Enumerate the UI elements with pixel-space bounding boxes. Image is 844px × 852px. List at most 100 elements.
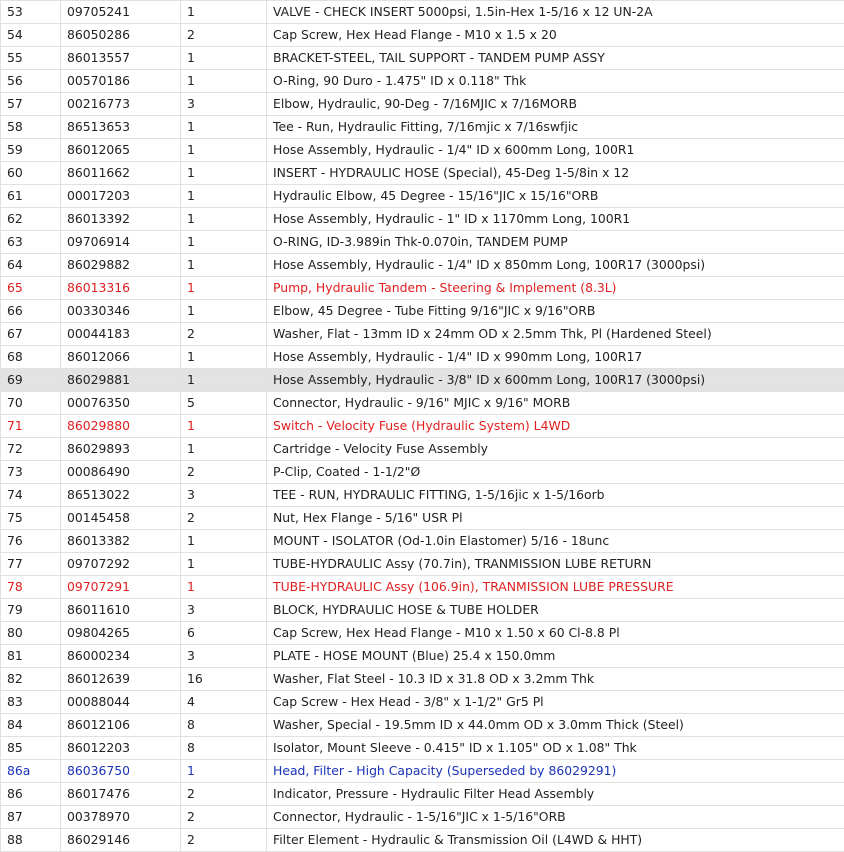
part-number-cell[interactable]: 09707291 [61, 576, 181, 599]
description-cell: TUBE-HYDRAULIC Assy (106.9in), TRANMISSI… [267, 576, 844, 599]
part-number-cell[interactable]: 00086490 [61, 461, 181, 484]
quantity-cell: 8 [181, 714, 267, 737]
quantity-cell: 3 [181, 93, 267, 116]
part-number-cell[interactable]: 86513653 [61, 116, 181, 139]
description-cell[interactable]: Head, Filter - High Capacity (Superseded… [267, 760, 844, 783]
part-number-cell[interactable]: 00216773 [61, 93, 181, 116]
table-row[interactable]: 81860002343PLATE - HOSE MOUNT (Blue) 25.… [1, 645, 844, 668]
part-number-cell[interactable]: 86029880 [61, 415, 181, 438]
ref-number-cell: 78 [1, 576, 61, 599]
table-row[interactable]: 65860133161Pump, Hydraulic Tandem - Stee… [1, 277, 844, 300]
table-row[interactable]: 88860291462Filter Element - Hydraulic & … [1, 829, 844, 852]
ref-number-cell: 86a [1, 760, 61, 783]
table-row[interactable]: 71860298801Switch - Velocity Fuse (Hydra… [1, 415, 844, 438]
table-row[interactable]: 87003789702Connector, Hydraulic - 1-5/16… [1, 806, 844, 829]
part-number-cell[interactable]: 86012066 [61, 346, 181, 369]
table-row[interactable]: 66003303461Elbow, 45 Degree - Tube Fitti… [1, 300, 844, 323]
table-row[interactable]: 828601263916Washer, Flat Steel - 10.3 ID… [1, 668, 844, 691]
part-number-cell[interactable]: 86029146 [61, 829, 181, 852]
table-row[interactable]: 72860298931Cartridge - Velocity Fuse Ass… [1, 438, 844, 461]
table-row[interactable]: 79860116103BLOCK, HYDRAULIC HOSE & TUBE … [1, 599, 844, 622]
description-cell: Hose Assembly, Hydraulic - 1/4" ID x 850… [267, 254, 844, 277]
part-number-cell[interactable]: 09804265 [61, 622, 181, 645]
table-row[interactable]: 74865130223TEE - RUN, HYDRAULIC FITTING,… [1, 484, 844, 507]
part-number-cell[interactable]: 00044183 [61, 323, 181, 346]
part-number-cell[interactable]: 86029881 [61, 369, 181, 392]
table-row[interactable]: 61000172031Hydraulic Elbow, 45 Degree - … [1, 185, 844, 208]
part-number-cell[interactable]: 86011610 [61, 599, 181, 622]
description-cell: Pump, Hydraulic Tandem - Steering & Impl… [267, 277, 844, 300]
part-number-cell[interactable]: 86513022 [61, 484, 181, 507]
part-number-cell[interactable]: 86012639 [61, 668, 181, 691]
table-row[interactable]: 86a860367501Head, Filter - High Capacity… [1, 760, 844, 783]
table-row[interactable]: 60860116621INSERT - HYDRAULIC HOSE (Spec… [1, 162, 844, 185]
part-number-cell[interactable]: 00088044 [61, 691, 181, 714]
part-number-cell[interactable]: 00145458 [61, 507, 181, 530]
part-number-cell[interactable]: 86029882 [61, 254, 181, 277]
description-cell: Connector, Hydraulic - 1-5/16"JIC x 1-5/… [267, 806, 844, 829]
table-row[interactable]: 75001454582Nut, Hex Flange - 5/16" USR P… [1, 507, 844, 530]
part-number-cell[interactable]: 00076350 [61, 392, 181, 415]
part-number-cell[interactable]: 86012106 [61, 714, 181, 737]
part-number-cell[interactable]: 86012203 [61, 737, 181, 760]
part-number-cell[interactable]: 09705241 [61, 1, 181, 24]
part-number-cell[interactable]: 00378970 [61, 806, 181, 829]
description-cell: Switch - Velocity Fuse (Hydraulic System… [267, 415, 844, 438]
part-number-cell[interactable]: 09707292 [61, 553, 181, 576]
description-cell: TEE - RUN, HYDRAULIC FITTING, 1-5/16jic … [267, 484, 844, 507]
part-number-cell[interactable]: 86017476 [61, 783, 181, 806]
part-number-cell[interactable]: 86000234 [61, 645, 181, 668]
table-row[interactable]: 84860121068Washer, Special - 19.5mm ID x… [1, 714, 844, 737]
ref-number-cell: 80 [1, 622, 61, 645]
description-cell: MOUNT - ISOLATOR (Od-1.0in Elastomer) 5/… [267, 530, 844, 553]
table-row[interactable]: 59860120651Hose Assembly, Hydraulic - 1/… [1, 139, 844, 162]
part-number-cell[interactable]: 00017203 [61, 185, 181, 208]
table-row[interactable]: 70000763505Connector, Hydraulic - 9/16" … [1, 392, 844, 415]
part-number-cell[interactable]: 86011662 [61, 162, 181, 185]
ref-number-cell: 66 [1, 300, 61, 323]
table-row[interactable]: 58865136531Tee - Run, Hydraulic Fitting,… [1, 116, 844, 139]
quantity-cell: 1 [181, 185, 267, 208]
ref-number-cell: 77 [1, 553, 61, 576]
table-row[interactable]: 73000864902P-Clip, Coated - 1-1/2"Ø [1, 461, 844, 484]
table-row[interactable]: 56005701861O-Ring, 90 Duro - 1.475" ID x… [1, 70, 844, 93]
table-row[interactable]: 68860120661Hose Assembly, Hydraulic - 1/… [1, 346, 844, 369]
part-number-cell[interactable]: 09706914 [61, 231, 181, 254]
description-cell: Elbow, 45 Degree - Tube Fitting 9/16"JIC… [267, 300, 844, 323]
table-row[interactable]: 67000441832Washer, Flat - 13mm ID x 24mm… [1, 323, 844, 346]
table-row[interactable]: 69860298811Hose Assembly, Hydraulic - 3/… [1, 369, 844, 392]
description-cell: Cap Screw, Hex Head Flange - M10 x 1.50 … [267, 622, 844, 645]
table-row[interactable]: 86860174762Indicator, Pressure - Hydraul… [1, 783, 844, 806]
part-number-cell[interactable]: 86013557 [61, 47, 181, 70]
table-row[interactable]: 77097072921TUBE-HYDRAULIC Assy (70.7in),… [1, 553, 844, 576]
quantity-cell: 8 [181, 737, 267, 760]
table-row[interactable]: 85860122038Isolator, Mount Sleeve - 0.41… [1, 737, 844, 760]
table-row[interactable]: 83000880444Cap Screw - Hex Head - 3/8" x… [1, 691, 844, 714]
table-row[interactable]: 80098042656Cap Screw, Hex Head Flange - … [1, 622, 844, 645]
quantity-cell: 1 [181, 277, 267, 300]
part-number-cell[interactable]: 86029893 [61, 438, 181, 461]
table-row[interactable]: 54860502862Cap Screw, Hex Head Flange - … [1, 24, 844, 47]
table-row[interactable]: 57002167733Elbow, Hydraulic, 90-Deg - 7/… [1, 93, 844, 116]
ref-number-cell: 75 [1, 507, 61, 530]
table-row[interactable]: 78097072911TUBE-HYDRAULIC Assy (106.9in)… [1, 576, 844, 599]
table-row[interactable]: 55860135571BRACKET-STEEL, TAIL SUPPORT -… [1, 47, 844, 70]
quantity-cell: 1 [181, 415, 267, 438]
part-number-cell[interactable]: 86013316 [61, 277, 181, 300]
part-number-cell[interactable]: 00570186 [61, 70, 181, 93]
table-row[interactable]: 63097069141O-RING, ID-3.989in Thk-0.070i… [1, 231, 844, 254]
part-number-cell[interactable]: 86013382 [61, 530, 181, 553]
description-cell: Cap Screw, Hex Head Flange - M10 x 1.5 x… [267, 24, 844, 47]
table-row[interactable]: 76860133821MOUNT - ISOLATOR (Od-1.0in El… [1, 530, 844, 553]
table-row[interactable]: 64860298821Hose Assembly, Hydraulic - 1/… [1, 254, 844, 277]
part-number-cell[interactable]: 86050286 [61, 24, 181, 47]
ref-number-cell: 56 [1, 70, 61, 93]
quantity-cell: 6 [181, 622, 267, 645]
table-row[interactable]: 53097052411VALVE - CHECK INSERT 5000psi,… [1, 1, 844, 24]
part-number-cell[interactable]: 00330346 [61, 300, 181, 323]
ref-number-cell: 70 [1, 392, 61, 415]
part-number-cell[interactable]: 86012065 [61, 139, 181, 162]
table-row[interactable]: 62860133921Hose Assembly, Hydraulic - 1"… [1, 208, 844, 231]
part-number-cell[interactable]: 86036750 [61, 760, 181, 783]
part-number-cell[interactable]: 86013392 [61, 208, 181, 231]
